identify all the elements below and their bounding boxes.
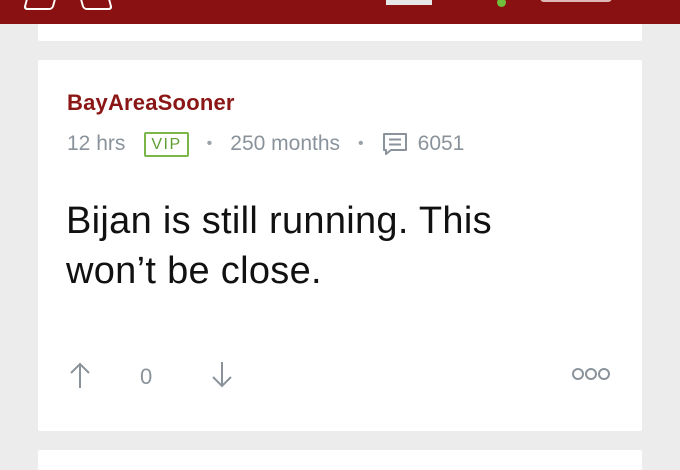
next-post-card [38, 450, 642, 470]
account-button[interactable] [540, 0, 612, 2]
vote-count: 0 [140, 364, 153, 389]
logo-icon-secondary[interactable] [77, 0, 113, 10]
post-count: 6051 [417, 132, 465, 155]
comment-icon [382, 133, 407, 155]
top-app-bar [0, 0, 680, 24]
more-options-icon[interactable] [571, 366, 611, 382]
post-meta: 12 hrs VIP • 250 months • 6051 [67, 130, 464, 158]
post-body: Bijan is still running. This won’t be cl… [66, 200, 492, 292]
arrow-down-icon[interactable] [210, 360, 234, 390]
online-status-icon [497, 0, 506, 7]
vip-badge: VIP [144, 131, 189, 157]
logo-icon[interactable] [23, 0, 59, 10]
post-time: 12 hrs [67, 132, 126, 155]
post-card: BayAreaSooner 12 hrs VIP • 250 months • … [38, 60, 642, 431]
previous-post-card [38, 24, 642, 41]
notifications-icon[interactable] [386, 0, 432, 5]
post-username[interactable]: BayAreaSooner [67, 90, 235, 116]
meta-separator: • [206, 135, 213, 152]
arrow-up-icon[interactable] [68, 360, 92, 390]
membership-duration: 250 months [230, 132, 341, 155]
meta-separator: • [358, 135, 364, 152]
